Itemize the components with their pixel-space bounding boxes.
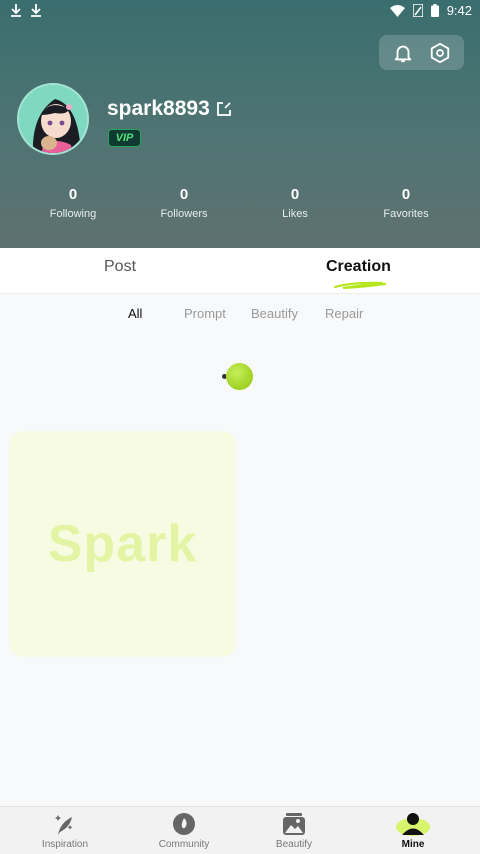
stat-followers[interactable]: 0 Followers xyxy=(134,186,234,220)
status-bar: 9:42 xyxy=(0,0,480,22)
card-watermark: Spark xyxy=(47,515,198,573)
tab-post[interactable]: Post xyxy=(104,258,136,276)
username: spark8893 xyxy=(107,97,232,121)
stat-label: Favorites xyxy=(383,208,429,220)
vip-badge[interactable]: VIP xyxy=(108,129,141,147)
stat-label: Following xyxy=(49,208,97,220)
stat-count: 0 xyxy=(290,186,300,203)
filter-prompt[interactable]: Prompt xyxy=(184,306,226,321)
stat-favorites[interactable]: 0 Favorites xyxy=(356,186,456,220)
nav-label: Mine xyxy=(401,839,425,850)
active-tab-underline xyxy=(333,281,387,289)
download-icon xyxy=(11,4,21,17)
signal-icon xyxy=(412,4,423,17)
nav-mine[interactable]: Mine xyxy=(368,811,458,850)
stat-count: 0 xyxy=(401,186,411,203)
header-actions xyxy=(379,35,464,70)
tab-creation[interactable]: Creation xyxy=(326,258,391,276)
creation-card[interactable]: Spark xyxy=(9,431,236,657)
nav-inspiration[interactable]: Inspiration xyxy=(20,811,110,850)
bell-icon[interactable] xyxy=(392,42,414,64)
avatar[interactable] xyxy=(17,83,89,155)
stat-count: 0 xyxy=(68,186,78,203)
filter-repair[interactable]: Repair xyxy=(325,306,363,321)
wifi-icon xyxy=(389,4,405,17)
profile-header: 9:42 spark8893 VIP 0 Following 0 Followe… xyxy=(0,0,480,248)
nav-community[interactable]: Community xyxy=(139,811,229,850)
bottom-nav: Inspiration Community Beautify Mine xyxy=(0,806,480,854)
battery-icon xyxy=(430,4,439,17)
download-icon xyxy=(31,4,41,17)
nav-label: Inspiration xyxy=(41,839,89,850)
content-tabs: Post Creation xyxy=(0,248,480,294)
anime-avatar-image xyxy=(19,85,87,153)
stat-label: Followers xyxy=(160,208,208,220)
filter-all[interactable]: All xyxy=(128,306,142,321)
filter-tabs: All Prompt Beautify Repair xyxy=(0,306,480,326)
settings-icon[interactable] xyxy=(429,42,451,64)
nav-beautify[interactable]: Beautify xyxy=(249,811,339,850)
loading-indicator xyxy=(226,363,253,390)
nav-label: Beautify xyxy=(275,839,313,850)
feather-sparkle-icon xyxy=(55,815,73,835)
stat-count: 0 xyxy=(179,186,189,203)
community-icon xyxy=(173,813,195,835)
gallery-icon xyxy=(283,813,305,835)
stat-likes[interactable]: 0 Likes xyxy=(245,186,345,220)
stat-label: Likes xyxy=(282,208,308,220)
status-time: 9:42 xyxy=(446,3,472,18)
profile-stats: 0 Following 0 Followers 0 Likes 0 Favori… xyxy=(0,186,480,226)
nav-label: Community xyxy=(158,839,210,850)
filter-beautify[interactable]: Beautify xyxy=(251,306,298,321)
stat-following[interactable]: 0 Following xyxy=(23,186,123,220)
username-text: spark8893 xyxy=(107,97,210,120)
person-icon xyxy=(396,813,430,836)
edit-icon[interactable] xyxy=(216,101,232,117)
